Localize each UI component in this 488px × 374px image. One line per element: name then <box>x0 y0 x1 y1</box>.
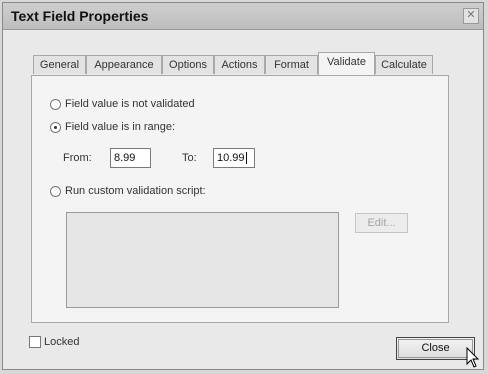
text-field-properties-dialog: Text Field Properties ✕ General Appearan… <box>2 2 484 370</box>
tab-options[interactable]: Options <box>162 55 214 74</box>
radio-in-range-label: Field value is in range: <box>65 121 176 133</box>
tab-format[interactable]: Format <box>265 55 318 74</box>
from-input[interactable]: 8.99 <box>110 148 151 168</box>
close-icon[interactable]: ✕ <box>463 8 479 24</box>
radio-button[interactable] <box>50 98 61 110</box>
locked-checkbox[interactable] <box>29 336 41 348</box>
from-label: From: <box>63 152 92 164</box>
mouse-pointer-icon <box>466 347 480 368</box>
from-input-value: 8.99 <box>114 152 136 164</box>
radio-not-validated[interactable]: Field value is not validated <box>50 96 195 112</box>
locked-checkbox-row[interactable]: Locked <box>29 336 79 348</box>
text-caret <box>245 152 247 165</box>
radio-selected-dot <box>54 125 57 129</box>
to-input[interactable]: 10.99 <box>213 148 255 168</box>
edit-script-button[interactable]: Edit... <box>355 213 408 233</box>
radio-not-validated-label: Field value is not validated <box>65 98 195 110</box>
locked-label: Locked <box>44 336 80 348</box>
tab-general[interactable]: General <box>33 55 86 74</box>
dialog-title: Text Field Properties <box>11 8 149 24</box>
radio-button-selected[interactable] <box>50 121 61 133</box>
tab-actions[interactable]: Actions <box>214 55 265 74</box>
title-bar[interactable]: Text Field Properties ✕ <box>3 3 483 30</box>
close-button[interactable]: Close <box>396 337 475 360</box>
to-input-value: 10.99 <box>217 152 245 164</box>
to-label: To: <box>182 152 197 164</box>
tab-appearance[interactable]: Appearance <box>86 55 162 74</box>
radio-button[interactable] <box>50 185 61 197</box>
custom-script-textarea[interactable] <box>66 212 339 308</box>
tab-calculate[interactable]: Calculate <box>375 55 433 74</box>
radio-custom-script[interactable]: Run custom validation script: <box>50 183 206 199</box>
radio-custom-script-label: Run custom validation script: <box>65 185 206 197</box>
tab-validate[interactable]: Validate <box>318 52 375 75</box>
validate-panel: Field value is not validated Field value… <box>31 75 449 323</box>
radio-in-range[interactable]: Field value is in range: <box>50 119 175 135</box>
